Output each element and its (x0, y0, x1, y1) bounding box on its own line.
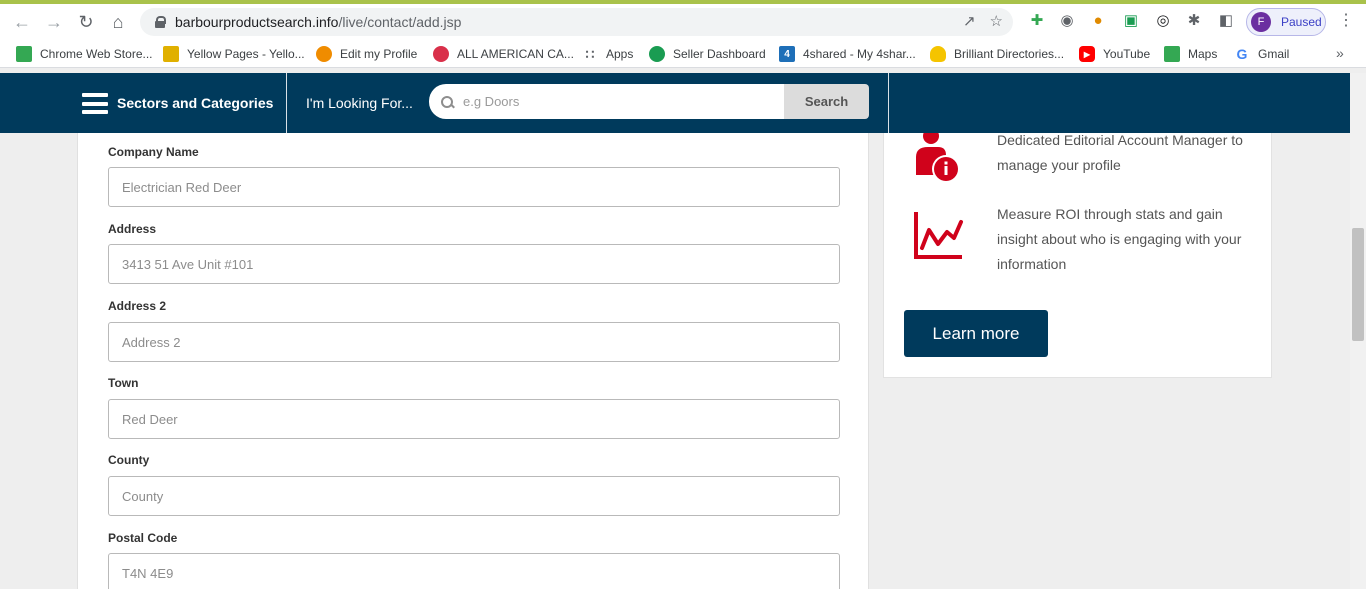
benefit-text: Measure ROI through stats and gain insig… (997, 206, 1242, 272)
site-header: Sectors and Categories I'm Looking For..… (0, 73, 1350, 133)
bookmark-seller-dashboard[interactable]: Seller Dashboard (649, 45, 766, 63)
bookmark-label: YouTube (1103, 47, 1151, 61)
bookmark-brilliant-directories[interactable]: Brilliant Directories... (930, 45, 1064, 63)
learn-more-button[interactable]: Learn more (904, 310, 1048, 357)
company-name-label: Company Name (108, 145, 199, 159)
url-text[interactable]: barbourproductsearch.info/live/contact/a… (175, 14, 461, 30)
url-path: /live/contact/add.jsp (338, 14, 462, 30)
bookmark-label: Maps (1188, 47, 1218, 61)
bookmark-apps[interactable]: ∷ Apps (582, 45, 634, 63)
bookmark-maps[interactable]: Maps (1164, 45, 1217, 63)
seller-dashboard-icon (649, 46, 665, 62)
chrome-web-store-icon (16, 46, 32, 62)
header-divider (888, 73, 889, 133)
4shared-icon: 4 (779, 46, 795, 62)
profile-status: Paused (1281, 15, 1322, 29)
lightbulb-icon (930, 46, 946, 62)
postal-code-label: Postal Code (108, 531, 178, 545)
more-bookmarks-icon[interactable]: » (1336, 45, 1344, 61)
company-name-field[interactable] (108, 167, 840, 207)
share-icon[interactable]: ↗ (963, 12, 976, 30)
back-icon[interactable]: ← (6, 6, 38, 38)
apps-grid-icon: ∷ (585, 45, 595, 62)
forward-icon[interactable]: → (38, 6, 70, 38)
address-bar[interactable]: barbourproductsearch.info/live/contact/a… (140, 8, 1013, 36)
bookmark-label: Brilliant Directories... (954, 47, 1065, 61)
scrollbar-thumb[interactable] (1352, 228, 1364, 341)
bookmark-label: Edit my Profile (340, 47, 418, 61)
yellow-pages-icon (163, 46, 179, 62)
looking-for-label: I'm Looking For... (306, 95, 413, 111)
extension-person-icon[interactable]: ● (1088, 10, 1108, 30)
google-icon: G (1236, 46, 1248, 62)
url-domain: barbourproductsearch.info (175, 14, 339, 30)
search-icon (441, 95, 453, 108)
bookmark-edit-profile[interactable]: Edit my Profile (316, 45, 417, 63)
extensions-puzzle-icon[interactable]: ✱ (1184, 10, 1204, 30)
address-label: Address (108, 222, 157, 236)
camera-icon[interactable]: ◉ (1057, 10, 1077, 30)
bookmark-youtube[interactable]: ▶ YouTube (1079, 45, 1150, 63)
bookmark-all-american[interactable]: ALL AMERICAN CA... (433, 45, 574, 63)
account-manager-icon (914, 128, 964, 190)
extension-screen-icon[interactable]: ▣ (1121, 10, 1141, 30)
bookmark-label: ALL AMERICAN CA... (457, 47, 574, 61)
bookmark-star-icon[interactable]: ☆ (990, 12, 1003, 30)
bookmark-label: Apps (606, 47, 634, 61)
browser-menu-icon[interactable]: ⋮ (1338, 10, 1354, 30)
home-icon[interactable]: ⌂ (102, 6, 134, 38)
search-box (429, 84, 785, 119)
bookmarks-bar: Chrome Web Store... Yellow Pages - Yello… (0, 40, 1366, 68)
bookmark-gmail[interactable]: G Gmail (1234, 45, 1290, 63)
bookmark-4shared[interactable]: 4 4shared - My 4shar... (779, 45, 916, 63)
side-panel-icon[interactable]: ◧ (1216, 10, 1236, 30)
hamburger-menu-icon[interactable] (82, 93, 108, 114)
page-scrollbar[interactable] (1350, 73, 1366, 589)
search-input[interactable] (463, 94, 763, 109)
benefit-text: Dedicated Editorial Account Manager to m… (997, 132, 1243, 173)
bookmark-chrome-web-store[interactable]: Chrome Web Store... (16, 45, 153, 63)
avatar: F (1251, 12, 1271, 32)
extension-plus-icon[interactable]: ✚ (1027, 10, 1047, 30)
town-label: Town (108, 376, 139, 390)
bookmark-label: Yellow Pages - Yello... (187, 47, 305, 61)
extension-w-icon[interactable]: ◎ (1153, 10, 1173, 30)
town-field[interactable] (108, 399, 840, 439)
all-american-icon (433, 46, 449, 62)
postal-code-field[interactable] (108, 553, 840, 589)
bookmark-yellow-pages[interactable]: Yellow Pages - Yello... (163, 45, 305, 63)
bookmark-label: Seller Dashboard (673, 47, 766, 61)
bookmark-label: Chrome Web Store... (40, 47, 153, 61)
benefits-card: Dedicated Editorial Account Manager to m… (883, 128, 1272, 378)
reload-icon[interactable]: ↻ (70, 6, 102, 38)
county-label: County (108, 453, 150, 467)
address-2-field[interactable] (108, 322, 840, 362)
search-button[interactable]: Search (784, 84, 869, 119)
header-divider (286, 73, 287, 133)
address-2-label: Address 2 (108, 299, 167, 313)
browser-toolbar: ← → ↻ ⌂ barbourproductsearch.info/live/c… (0, 4, 1366, 40)
address-field[interactable] (108, 244, 840, 284)
county-field[interactable] (108, 476, 840, 516)
stats-chart-icon (914, 210, 964, 265)
profile-button[interactable]: F Paused (1246, 8, 1326, 36)
youtube-icon: ▶ (1079, 46, 1095, 62)
contact-form: Company Name Address Address 2 Town Coun… (77, 133, 869, 589)
bookmark-label: 4shared - My 4shar... (803, 47, 916, 61)
maps-icon (1164, 46, 1180, 62)
bookmark-label: Gmail (1258, 47, 1290, 61)
lock-icon[interactable] (155, 16, 166, 28)
edit-profile-icon (316, 46, 332, 62)
sectors-menu-link[interactable]: Sectors and Categories (117, 95, 273, 111)
